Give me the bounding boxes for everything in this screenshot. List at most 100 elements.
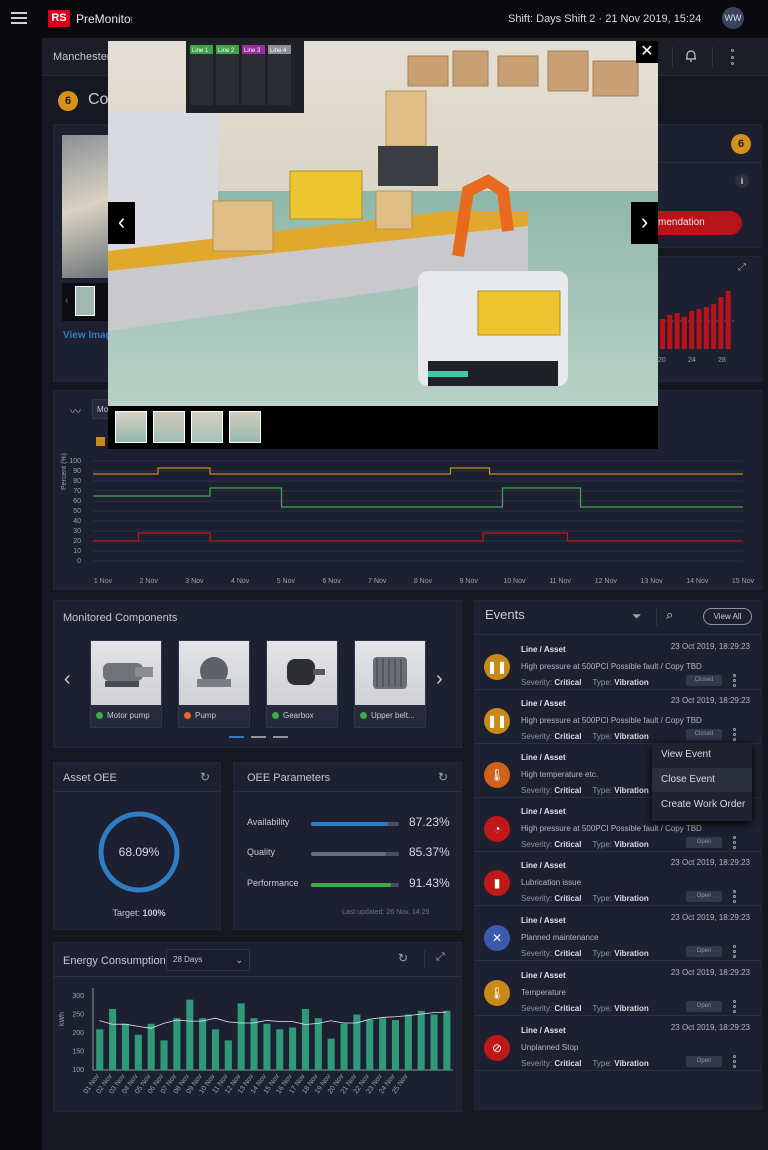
y-tick-label: 0 [77,558,81,565]
event-row[interactable]: ✕ Line / Asset 23 Oct 2019, 18:29:23 Pla… [474,907,762,961]
event-line: Line / Asset [521,699,566,708]
avatar[interactable]: WW [722,7,744,29]
more-options-icon[interactable] [731,48,737,66]
divider [424,950,425,968]
app-name: PreMonitor [76,12,132,26]
energy-bar [314,1018,322,1070]
y-tick-label: 200 [72,1030,84,1037]
menu-item-close-event[interactable]: Close Event [652,768,752,792]
event-row[interactable]: 🌡 Line / Asset 23 Oct 2019, 18:29:23 Tem… [474,962,762,1016]
x-tick-label: 5 Nov [277,578,296,585]
more-options-icon[interactable] [733,727,739,742]
event-line: Line / Asset [521,861,566,870]
expand-icon[interactable]: ⤢ [738,262,746,273]
severity-value: Critical [554,840,582,849]
thumbnail[interactable] [191,411,223,443]
bar [718,297,724,349]
bar [689,311,695,349]
menu-icon[interactable] [11,12,27,24]
component-pump[interactable]: Pump [178,640,250,728]
event-description: Lubrication issue [521,878,582,887]
more-options-icon[interactable] [733,944,739,959]
status-badge: Open [686,891,722,902]
range-select[interactable]: 28 Days ⌄ [166,949,250,971]
component-gearbox[interactable]: Gearbox [266,640,338,728]
menu-item-view-event[interactable]: View Event [652,743,752,767]
chevron-left-icon[interactable]: ‹ [64,668,71,691]
event-description: High pressure at 500PCI Possible fault /… [521,824,702,833]
x-tick-label: 7 Nov [368,578,387,585]
event-meta: Severity: Critical Type: Vibration [521,840,649,849]
type-label: Type: [592,840,613,849]
more-options-icon[interactable] [733,673,739,688]
pager-dot-active[interactable] [229,736,244,738]
y-axis-label: kWh [59,1012,66,1026]
event-description: High temperature etc. [521,770,598,779]
event-row[interactable]: ❚❚ Line / Asset 23 Oct 2019, 18:29:23 Hi… [474,636,762,690]
energy-bar [250,1018,258,1070]
refresh-icon[interactable]: ↻ [200,770,210,784]
event-row[interactable]: ⊘ Line / Asset 23 Oct 2019, 18:29:23 Unp… [474,1017,762,1071]
refresh-icon[interactable]: ↻ [438,770,448,784]
thumbnail[interactable] [229,411,261,443]
close-icon[interactable]: ✕ [636,41,658,63]
energy-bar [263,1023,271,1070]
event-row[interactable]: ▮ Line / Asset 23 Oct 2019, 18:29:23 Lub… [474,852,762,906]
type-value: Vibration [614,786,649,795]
site-name[interactable]: Manchester [53,51,110,63]
event-meta: Severity: Critical Type: Vibration [521,1004,649,1013]
more-options-icon[interactable] [733,835,739,850]
chevron-right-icon[interactable]: › [436,668,443,691]
pause-icon: ❚❚ [484,654,510,680]
severity-label: Severity: [521,678,553,687]
x-tick-label: 9 Nov [460,578,479,585]
component-upper-belt[interactable]: Upper belt... [354,640,426,728]
energy-bar [379,1018,387,1070]
search-icon[interactable]: ⌕ [666,607,673,623]
event-row[interactable]: ❚❚ Line / Asset 23 Oct 2019, 18:29:23 Hi… [474,690,762,744]
chevron-left-icon[interactable]: ‹ [65,295,68,306]
more-options-icon[interactable] [733,1054,739,1069]
expand-icon[interactable]: ⤢ [436,951,445,964]
legend-swatch[interactable] [96,437,105,446]
last-updated: Last updated: 26 Nov, 14:25 [342,909,430,916]
recommendation-count-badge: 6 [731,134,751,154]
line-label: Line 4 [270,48,287,54]
y-tick-label: 250 [72,1012,84,1019]
tick-label: 24 [688,357,696,364]
chevron-right-icon[interactable]: › [631,202,658,244]
top-bar: RS PreMonitor Shift: Days Shift 2 · 21 N… [0,0,768,38]
components-title: Monitored Components [63,612,178,624]
thumbnail[interactable] [75,286,95,316]
event-meta: Severity: Critical Type: Vibration [521,732,649,741]
severity-label: Severity: [521,840,553,849]
energy-bar [289,1027,297,1070]
divider [656,608,657,626]
y-tick-label: 50 [73,508,81,515]
chevron-left-icon[interactable]: ‹ [108,202,135,244]
severity-label: Severity: [521,894,553,903]
status-dot [360,712,367,719]
component-motor-pump[interactable]: Motor pump [90,640,162,728]
view-all-button[interactable]: View All [703,608,752,625]
more-options-icon[interactable] [733,999,739,1014]
asset-image[interactable] [62,135,108,278]
oee-param-fill [311,883,392,887]
refresh-icon[interactable]: ↻ [398,951,408,965]
pager-dot[interactable] [273,736,288,738]
pager-dot[interactable] [251,736,266,738]
thumbnail[interactable] [153,411,185,443]
thumbnail[interactable] [115,411,147,443]
pause-icon: ❚❚ [484,708,510,734]
filter-icon[interactable]: ⏷ [632,609,642,624]
menu-item-create-work-order[interactable]: Create Work Order [652,793,752,817]
notification-icon[interactable] [684,49,698,63]
more-options-icon[interactable] [733,889,739,904]
type-label: Type: [592,1004,613,1013]
x-tick-label: 3 Nov [185,578,204,585]
view-images-link[interactable]: View Imag [63,330,112,341]
info-icon[interactable]: i [735,174,749,188]
bar [703,307,709,349]
event-date: 23 Oct 2019, 18:29:23 [670,968,750,977]
event-line: Line / Asset [521,753,566,762]
